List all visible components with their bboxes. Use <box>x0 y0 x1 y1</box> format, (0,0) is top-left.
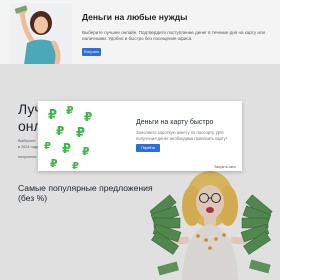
svg-text:₽: ₽ <box>62 142 71 157</box>
svg-text:₽: ₽ <box>72 161 79 171</box>
modal-title: Деньги на карту быстро <box>136 119 214 126</box>
notification-body: Выберите лучшее онлайн. Подтвердите пост… <box>82 30 265 41</box>
svg-text:₽: ₽ <box>50 157 58 170</box>
svg-text:₽: ₽ <box>82 145 90 158</box>
proceed-button[interactable]: Перейти <box>136 144 160 152</box>
woman-photo <box>10 3 72 72</box>
close-modal-link[interactable]: Закрыть окно <box>214 165 236 169</box>
top-notification-card[interactable]: Деньги на любые нужды Выберите лучшее он… <box>0 0 280 72</box>
modal-body: Заполните короткую анкету по паспорту. Д… <box>136 130 227 141</box>
svg-text:₽: ₽ <box>48 108 57 123</box>
svg-text:₽: ₽ <box>84 110 92 124</box>
notification-title: Деньги на любые нужды <box>82 12 188 22</box>
svg-text:₽: ₽ <box>76 126 85 141</box>
money-offer-modal: ₽ ₽ ₽ ₽ ₽ ₽ ₽ ₽ ₽ ₽ Деньги на карту быст… <box>38 101 242 172</box>
ruble-coins-illustration: ₽ ₽ ₽ ₽ ₽ ₽ ₽ ₽ ₽ ₽ <box>42 104 102 172</box>
notification-text: Деньги на любые нужды Выберите лучшее он… <box>82 12 267 42</box>
svg-text:₽: ₽ <box>66 105 74 117</box>
svg-text:₽: ₽ <box>44 141 51 152</box>
svg-text:₽: ₽ <box>56 124 64 138</box>
modal-backdrop[interactable] <box>0 64 280 280</box>
get-money-button[interactable]: Получить <box>82 48 101 56</box>
